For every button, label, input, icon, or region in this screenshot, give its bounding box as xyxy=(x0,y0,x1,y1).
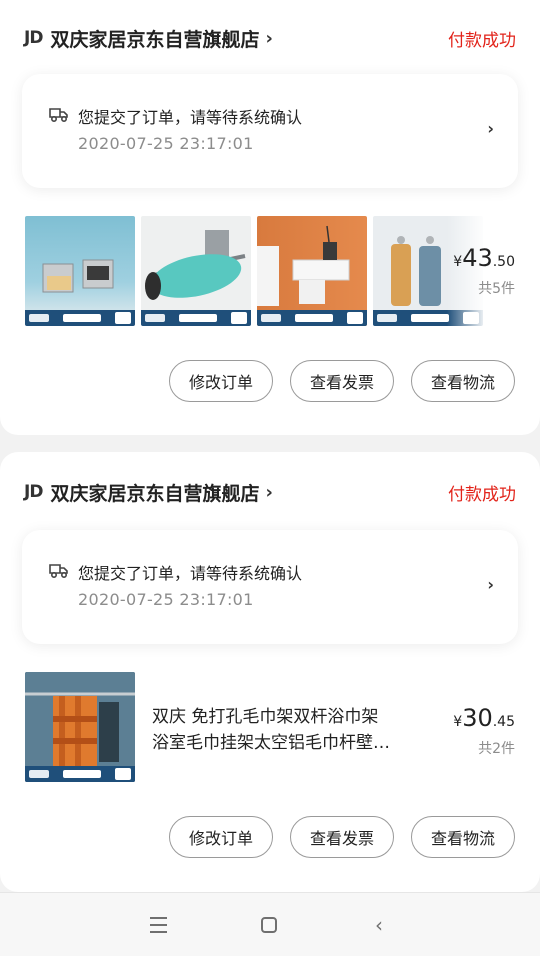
notice-title: 您提交了订单，请等待系统确认 xyxy=(78,564,303,583)
truck-icon xyxy=(49,564,68,579)
product-title-line: 双庆 免打孔毛巾架双杆浴巾架 xyxy=(152,707,379,727)
order-status: 付款成功 xyxy=(448,30,516,51)
store-link[interactable]: JD 双庆家居京东自营旗舰店 › xyxy=(24,479,273,506)
store-name: 双庆家居京东自营旗舰店 xyxy=(50,28,260,51)
system-nav-bar: ‹ xyxy=(0,892,540,956)
paper-towel-holder-image[interactable] xyxy=(141,216,251,326)
order-status: 付款成功 xyxy=(448,484,516,505)
store-header[interactable]: JD 双庆家居京东自营旗舰店 › 付款成功 xyxy=(24,472,516,512)
order-actions: 修改订单 查看发票 查看物流 xyxy=(152,360,515,402)
price-currency: ¥ xyxy=(453,254,463,270)
menu-icon[interactable] xyxy=(150,917,167,938)
price-integer: 43 xyxy=(462,244,493,272)
jd-logo: JD xyxy=(24,28,43,48)
chevron-right-icon: › xyxy=(487,119,494,138)
chevron-right-icon: › xyxy=(265,481,273,503)
toilet-paper-shelf-image[interactable] xyxy=(257,216,367,326)
back-icon[interactable]: ‹ xyxy=(375,913,383,937)
order-card[interactable]: JD 双庆家居京东自营旗舰店 › 付款成功 您提交了订单，请等待系统确认 202… xyxy=(0,0,540,435)
product-title[interactable]: 双庆 免打孔毛巾架双杆浴巾架 浴室毛巾挂架太空铝毛巾杆壁… xyxy=(152,704,422,756)
modify-order-button[interactable]: 修改订单 xyxy=(169,816,273,858)
order-price: ¥43.50 共5件 xyxy=(453,244,515,298)
towel-rack-image[interactable] xyxy=(25,672,135,782)
order-actions: 修改订单 查看发票 查看物流 xyxy=(152,816,515,858)
price-integer: 30 xyxy=(462,704,493,732)
truck-icon xyxy=(49,108,68,123)
item-count: 共2件 xyxy=(478,741,515,757)
notice-title: 您提交了订单，请等待系统确认 xyxy=(78,108,303,127)
chevron-right-icon: › xyxy=(265,27,273,49)
product-title-line: 浴室毛巾挂架太空铝毛巾杆壁… xyxy=(152,733,390,753)
order-card[interactable]: JD 双庆家居京东自营旗舰店 › 付款成功 您提交了订单，请等待系统确认 202… xyxy=(0,452,540,892)
modify-order-button[interactable]: 修改订单 xyxy=(169,360,273,402)
store-name: 双庆家居京东自营旗舰店 xyxy=(50,482,260,505)
home-icon[interactable] xyxy=(261,917,277,933)
order-notice[interactable]: 您提交了订单，请等待系统确认 2020-07-25 23:17:01 › xyxy=(22,74,518,188)
product-thumbnails[interactable] xyxy=(25,216,489,326)
price-decimal: .45 xyxy=(492,714,515,730)
price-decimal: .50 xyxy=(492,254,515,270)
order-list-page: JD 双庆家居京东自营旗舰店 › 付款成功 您提交了订单，请等待系统确认 202… xyxy=(0,0,540,956)
notice-time: 2020-07-25 23:17:01 xyxy=(78,590,254,609)
view-invoice-button[interactable]: 查看发票 xyxy=(290,816,394,858)
view-logistics-button[interactable]: 查看物流 xyxy=(411,360,515,402)
chevron-right-icon: › xyxy=(487,575,494,594)
view-logistics-button[interactable]: 查看物流 xyxy=(411,816,515,858)
order-notice[interactable]: 您提交了订单，请等待系统确认 2020-07-25 23:17:01 › xyxy=(22,530,518,644)
store-link[interactable]: JD 双庆家居京东自营旗舰店 › xyxy=(24,25,273,52)
jd-logo: JD xyxy=(24,482,43,502)
store-header[interactable]: JD 双庆家居京东自营旗舰店 › 付款成功 xyxy=(24,18,516,58)
view-invoice-button[interactable]: 查看发票 xyxy=(290,360,394,402)
item-count: 共5件 xyxy=(478,281,515,297)
notice-time: 2020-07-25 23:17:01 xyxy=(78,134,254,153)
soap-holder-image[interactable] xyxy=(25,216,135,326)
order-price: ¥30.45 共2件 xyxy=(453,704,515,758)
price-currency: ¥ xyxy=(453,714,463,730)
